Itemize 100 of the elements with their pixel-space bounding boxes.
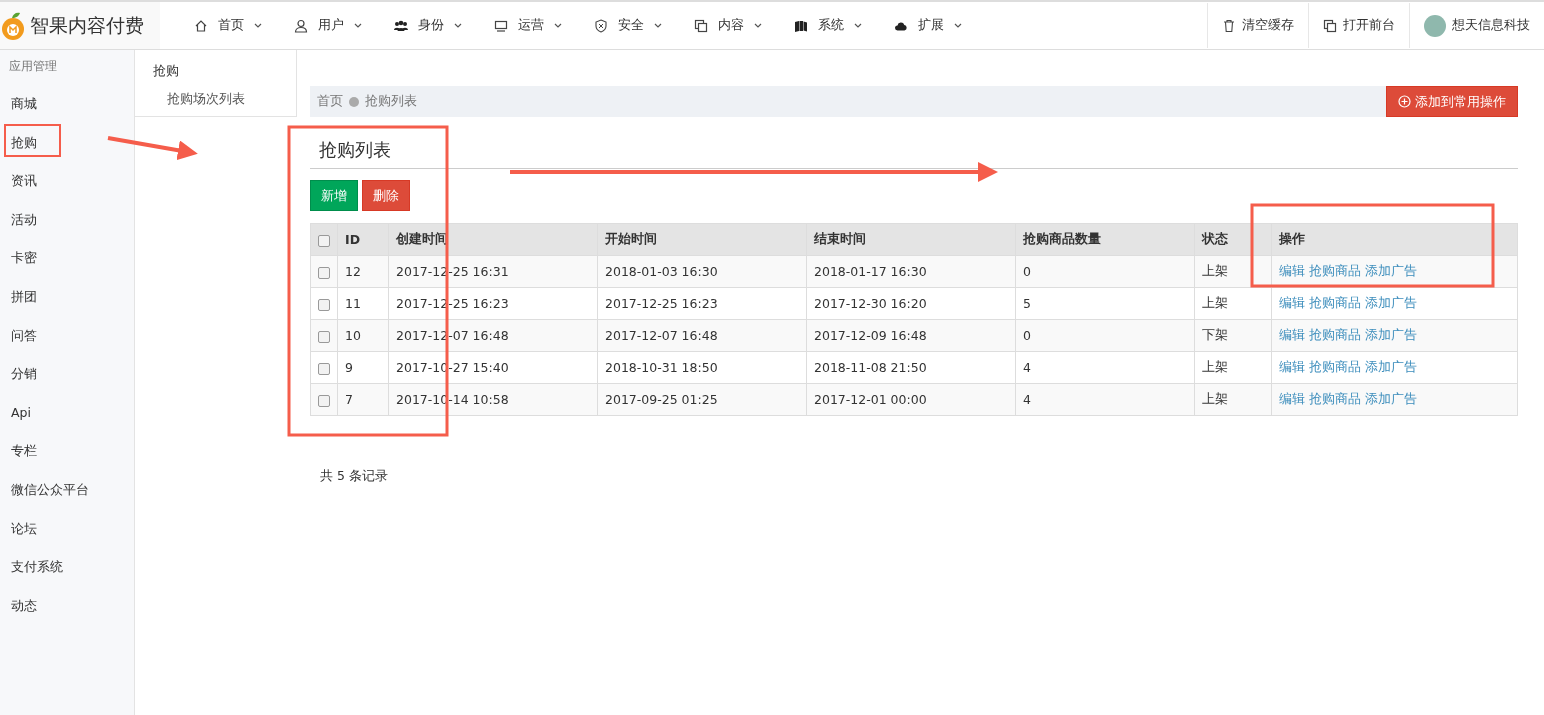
sidebar-heading: 应用管理 bbox=[8, 58, 58, 75]
caret-icon bbox=[554, 23, 562, 28]
table-cell: 11 bbox=[337, 287, 389, 320]
column-header: 结束时间 bbox=[806, 223, 1016, 256]
separator-dot-icon bbox=[349, 96, 359, 107]
table-cell: 2018-10-31 18:50 bbox=[597, 351, 807, 384]
nav-menu-item[interactable]: 安全 bbox=[578, 3, 678, 48]
breadcrumb-item[interactable]: 首页 bbox=[317, 93, 343, 110]
submenu-title: 抢购 bbox=[153, 62, 180, 80]
sidebar-item[interactable]: 支付系统 bbox=[0, 548, 134, 587]
action-link[interactable]: 编辑 bbox=[1279, 327, 1305, 342]
row-checkbox[interactable] bbox=[318, 330, 330, 343]
sidebar-item[interactable]: 问答 bbox=[0, 316, 134, 356]
row-checkbox[interactable] bbox=[318, 362, 330, 375]
action-link[interactable]: 编辑 bbox=[1279, 263, 1305, 278]
table-cell: 上架 bbox=[1194, 351, 1272, 384]
row-checkbox[interactable] bbox=[318, 266, 330, 279]
monitor-icon bbox=[494, 18, 508, 33]
table-cell: 4 bbox=[1015, 383, 1195, 416]
select-all-checkbox[interactable] bbox=[318, 234, 330, 247]
nav-menu-item[interactable]: 运营 bbox=[478, 3, 578, 48]
submenu-item[interactable]: 抢购场次列表 bbox=[153, 80, 296, 108]
action-link[interactable]: 编辑 bbox=[1279, 295, 1305, 310]
column-header: 开始时间 bbox=[597, 223, 807, 256]
nav-menu-item[interactable]: 用户 bbox=[278, 3, 378, 48]
sidebar-item[interactable]: 分销 bbox=[0, 355, 134, 394]
sidebar-item[interactable]: 抢购 bbox=[0, 123, 134, 163]
table-cell: 2017-12-01 00:00 bbox=[806, 383, 1016, 416]
page-title: 抢购列表 bbox=[310, 117, 1518, 169]
action-link[interactable]: 抢购商品 bbox=[1309, 359, 1361, 374]
table-cell: 2017-12-09 16:48 bbox=[806, 319, 1016, 352]
table-cell: 2018-11-08 21:50 bbox=[806, 351, 1016, 384]
users-icon bbox=[394, 18, 408, 33]
nav-menu-item[interactable]: 扩展 bbox=[878, 3, 978, 48]
table-cell: 下架 bbox=[1194, 319, 1272, 352]
user-menu[interactable]: 想天信息科技 bbox=[1409, 3, 1544, 48]
home-icon bbox=[194, 18, 208, 33]
action-link[interactable]: 添加广告 bbox=[1365, 327, 1417, 342]
sidebar-item[interactable]: 商城 bbox=[0, 85, 134, 124]
row-checkbox[interactable] bbox=[318, 394, 330, 407]
table-cell: 12 bbox=[337, 255, 389, 288]
table-cell: 2017-12-07 16:48 bbox=[597, 319, 807, 352]
sidebar-item[interactable]: 拼团 bbox=[0, 277, 134, 317]
caret-icon bbox=[454, 23, 462, 28]
nav-menu-item[interactable]: 系统 bbox=[778, 3, 878, 48]
add-shortcut-button[interactable]: 添加到常用操作 bbox=[1386, 86, 1518, 117]
sidebar-item[interactable]: 动态 bbox=[0, 586, 134, 626]
toolbar-link[interactable]: 打开前台 bbox=[1308, 3, 1409, 48]
action-link[interactable]: 抢购商品 bbox=[1309, 391, 1361, 406]
sidebar-item[interactable]: 资讯 bbox=[0, 162, 134, 201]
nav-menu-item[interactable]: 首页 bbox=[178, 3, 278, 48]
action-link[interactable]: 编辑 bbox=[1279, 391, 1305, 406]
table-cell: 2018-01-17 16:30 bbox=[806, 255, 1016, 288]
sidebar-item[interactable]: 专栏 bbox=[0, 432, 134, 471]
caret-icon bbox=[654, 23, 662, 28]
column-header: 抢购商品数量 bbox=[1015, 223, 1195, 256]
action-link[interactable]: 添加广告 bbox=[1365, 263, 1417, 278]
action-link[interactable]: 添加广告 bbox=[1365, 359, 1417, 374]
table-cell: 0 bbox=[1015, 319, 1195, 352]
toolbar-button[interactable]: 删除 bbox=[362, 180, 410, 211]
sidebar-item[interactable]: Api bbox=[0, 393, 134, 433]
table-cell: 0 bbox=[1015, 255, 1195, 288]
sidebar-item[interactable]: 卡密 bbox=[0, 239, 134, 278]
table-cell: 2017-12-25 16:23 bbox=[597, 287, 807, 320]
table-cell: 10 bbox=[337, 319, 389, 352]
plus-circle-icon bbox=[1398, 95, 1411, 108]
record-count: 共 5 条记录 bbox=[319, 468, 389, 485]
sidebar-item[interactable]: 论坛 bbox=[0, 509, 134, 549]
action-link[interactable]: 添加广告 bbox=[1365, 295, 1417, 310]
action-link[interactable]: 抢购商品 bbox=[1309, 295, 1361, 310]
action-link[interactable]: 抢购商品 bbox=[1309, 263, 1361, 278]
table-cell: 2018-01-03 16:30 bbox=[597, 255, 807, 288]
shield-icon bbox=[594, 18, 608, 33]
nav-menu-item[interactable]: 身份 bbox=[378, 3, 478, 48]
toolbar-link[interactable]: 清空缓存 bbox=[1207, 3, 1308, 48]
sidebar-item[interactable]: 微信公众平台 bbox=[0, 470, 134, 510]
action-link[interactable]: 添加广告 bbox=[1365, 391, 1417, 406]
book-icon bbox=[794, 18, 808, 33]
column-header: 状态 bbox=[1194, 223, 1272, 256]
row-checkbox[interactable] bbox=[318, 298, 330, 311]
column-header: 操作 bbox=[1271, 223, 1518, 256]
brand-name: 智果内容付费 bbox=[30, 12, 144, 38]
table-cell: 4 bbox=[1015, 351, 1195, 384]
table-cell: 上架 bbox=[1194, 383, 1272, 416]
copy-icon bbox=[1323, 18, 1337, 33]
annotation-box bbox=[4, 124, 61, 157]
nav-menu-item[interactable]: 内容 bbox=[678, 3, 778, 48]
breadcrumb-item[interactable]: 抢购列表 bbox=[365, 93, 417, 110]
table-cell: 9 bbox=[337, 351, 389, 384]
caret-icon bbox=[754, 23, 762, 28]
table-cell: 7 bbox=[337, 383, 389, 416]
caret-icon bbox=[354, 23, 362, 28]
action-link[interactable]: 编辑 bbox=[1279, 359, 1305, 374]
table-cell: 上架 bbox=[1194, 287, 1272, 320]
table-cell: 5 bbox=[1015, 287, 1195, 320]
avatar-icon bbox=[1424, 14, 1446, 37]
column-header: ID bbox=[337, 223, 389, 256]
sidebar-item[interactable]: 活动 bbox=[0, 200, 134, 240]
action-link[interactable]: 抢购商品 bbox=[1309, 327, 1361, 342]
table-cell: 2017-09-25 01:25 bbox=[597, 383, 807, 416]
